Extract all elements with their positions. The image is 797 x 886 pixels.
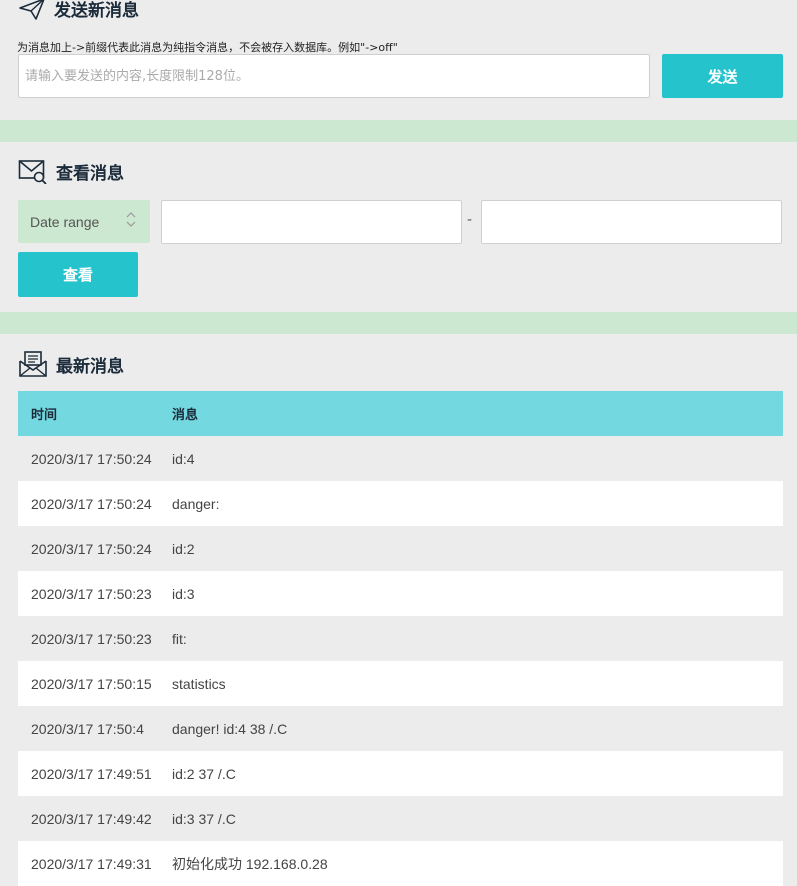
cell-time: 2020/3/17 17:50:23 bbox=[18, 571, 172, 616]
table-row: 2020/3/17 17:50:24 danger: bbox=[18, 481, 783, 526]
cell-time: 2020/3/17 17:50:15 bbox=[18, 661, 172, 706]
mail-inbox-icon bbox=[18, 350, 48, 378]
latest-section-title: 最新消息 bbox=[18, 350, 124, 378]
table-row: 2020/3/17 17:49:31 初始化成功 192.168.0.28 bbox=[18, 841, 783, 886]
table-row: 2020/3/17 17:50:23 id:3 bbox=[18, 571, 783, 616]
send-hint-text: 为消息加上->前缀代表此消息为纯指令消息，不会被存入数据库。例如"->off" bbox=[17, 41, 398, 54]
cell-message: id:3 37 /.C bbox=[172, 796, 783, 841]
send-section-title: 发送新消息 bbox=[18, 0, 139, 21]
send-button[interactable]: 发送 bbox=[662, 54, 783, 98]
cell-time: 2020/3/17 17:49:31 bbox=[18, 841, 172, 886]
start-date-input[interactable] bbox=[161, 200, 462, 244]
cell-message: id:3 bbox=[172, 571, 783, 616]
cell-message: 初始化成功 192.168.0.28 bbox=[172, 841, 783, 886]
cell-message: statistics bbox=[172, 661, 783, 706]
table-header-row: 时间 消息 bbox=[18, 391, 783, 436]
cell-time: 2020/3/17 17:49:42 bbox=[18, 796, 172, 841]
date-range-select[interactable]: Date range bbox=[18, 200, 150, 243]
table-row: 2020/3/17 17:49:42 id:3 37 /.C bbox=[18, 796, 783, 841]
end-date-input[interactable] bbox=[481, 200, 782, 244]
send-title-text: 发送新消息 bbox=[54, 1, 139, 21]
paper-plane-icon bbox=[18, 0, 46, 20]
cell-message: fit: bbox=[172, 616, 783, 661]
cell-time: 2020/3/17 17:50:4 bbox=[18, 706, 172, 751]
cell-message: id:2 bbox=[172, 526, 783, 571]
cell-message: danger! id:4 38 /.C bbox=[172, 706, 783, 751]
cell-time: 2020/3/17 17:49:51 bbox=[18, 751, 172, 796]
latest-title-text: 最新消息 bbox=[56, 356, 124, 377]
cell-message: danger: bbox=[172, 481, 783, 526]
view-title-text: 查看消息 bbox=[56, 163, 124, 184]
table-row: 2020/3/17 17:50:23 fit: bbox=[18, 616, 783, 661]
view-section-title: 查看消息 bbox=[18, 158, 124, 184]
envelope-search-icon bbox=[18, 158, 48, 184]
table-row: 2020/3/17 17:50:15 statistics bbox=[18, 661, 783, 706]
cell-time: 2020/3/17 17:50:23 bbox=[18, 616, 172, 661]
latest-messages-section: 最新消息 时间 消息 2020/3/17 17:50:24 id:4 2020/3… bbox=[0, 334, 797, 886]
select-arrows-icon bbox=[126, 211, 136, 228]
date-range-label: Date range bbox=[30, 213, 100, 230]
cell-time: 2020/3/17 17:50:24 bbox=[18, 526, 172, 571]
section-divider bbox=[0, 120, 797, 142]
cell-message: id:4 bbox=[172, 436, 783, 481]
cell-time: 2020/3/17 17:50:24 bbox=[18, 436, 172, 481]
send-message-section: 发送新消息 为消息加上->前缀代表此消息为纯指令消息，不会被存入数据库。例如"-… bbox=[0, 0, 797, 120]
column-header-time: 时间 bbox=[18, 391, 172, 436]
section-divider bbox=[0, 312, 797, 334]
view-button[interactable]: 查看 bbox=[18, 252, 138, 297]
table-row: 2020/3/17 17:50:24 id:2 bbox=[18, 526, 783, 571]
view-messages-section: 查看消息 Date range - 查看 bbox=[0, 142, 797, 312]
table-row: 2020/3/17 17:50:24 id:4 bbox=[18, 436, 783, 481]
cell-message: id:2 37 /.C bbox=[172, 751, 783, 796]
messages-table: 时间 消息 2020/3/17 17:50:24 id:4 2020/3/17 1… bbox=[18, 391, 783, 886]
table-row: 2020/3/17 17:49:51 id:2 37 /.C bbox=[18, 751, 783, 796]
message-input[interactable] bbox=[18, 54, 650, 98]
cell-time: 2020/3/17 17:50:24 bbox=[18, 481, 172, 526]
table-row: 2020/3/17 17:50:4 danger! id:4 38 /.C bbox=[18, 706, 783, 751]
date-range-dash: - bbox=[467, 212, 473, 228]
column-header-message: 消息 bbox=[172, 391, 783, 436]
